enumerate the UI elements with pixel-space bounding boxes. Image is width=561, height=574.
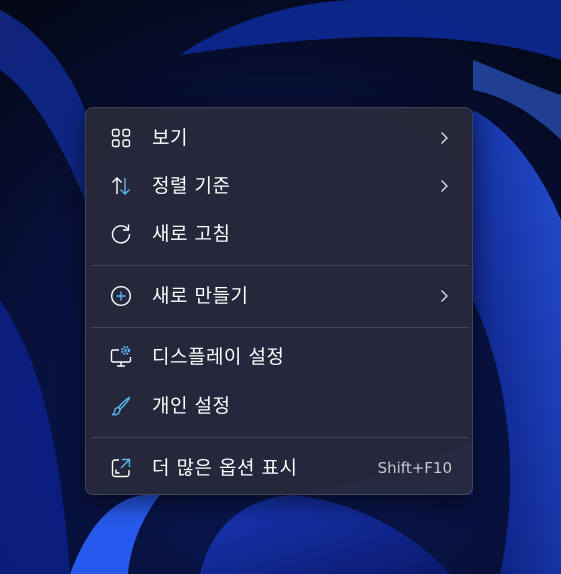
sort-arrows-icon [112, 177, 130, 195]
menu-item-new-label: 새로 만들기 [152, 285, 249, 307]
plus-circle-icon [110, 285, 132, 307]
keyboard-shortcut: Shift+F10 [377, 459, 452, 477]
menu-item-display-settings-label: 디스플레이 설정 [152, 346, 285, 368]
menu-item-new[interactable]: 새로 만들기 [91, 276, 467, 316]
brush-icon [111, 396, 131, 416]
menu-item-personalize[interactable]: 개인 설정 [91, 386, 467, 426]
menu-item-refresh[interactable]: 새로 고침 [91, 214, 467, 254]
chevron-right-icon [441, 290, 448, 302]
menu-item-show-more-options[interactable]: 더 많은 옵션 표시 Shift+F10 [91, 448, 467, 488]
chevron-right-icon [441, 180, 448, 192]
menu-separator [91, 265, 469, 266]
menu-item-display-settings[interactable]: 디스플레이 설정 [91, 337, 467, 377]
display-settings-icon [110, 345, 132, 367]
menu-item-personalize-label: 개인 설정 [152, 395, 231, 417]
menu-separator [91, 437, 469, 438]
open-external-icon [111, 458, 131, 478]
menu-item-view[interactable]: 보기 [91, 118, 467, 158]
menu-separator [91, 327, 469, 328]
menu-item-sort-by-label: 정렬 기준 [152, 175, 231, 197]
menu-item-sort-by[interactable]: 정렬 기준 [91, 166, 467, 206]
menu-item-show-more-options-label: 더 많은 옵션 표시 [152, 457, 298, 479]
desktop-context-menu: 보기 정렬 기준 새로 고침 새로 만들기 디스플레이 설정 개인 설정 더 많… [85, 107, 473, 495]
grid-view-icon [111, 128, 131, 148]
menu-item-view-label: 보기 [152, 127, 188, 149]
chevron-right-icon [441, 132, 448, 144]
refresh-icon [111, 224, 131, 244]
menu-item-refresh-label: 새로 고침 [152, 223, 231, 245]
